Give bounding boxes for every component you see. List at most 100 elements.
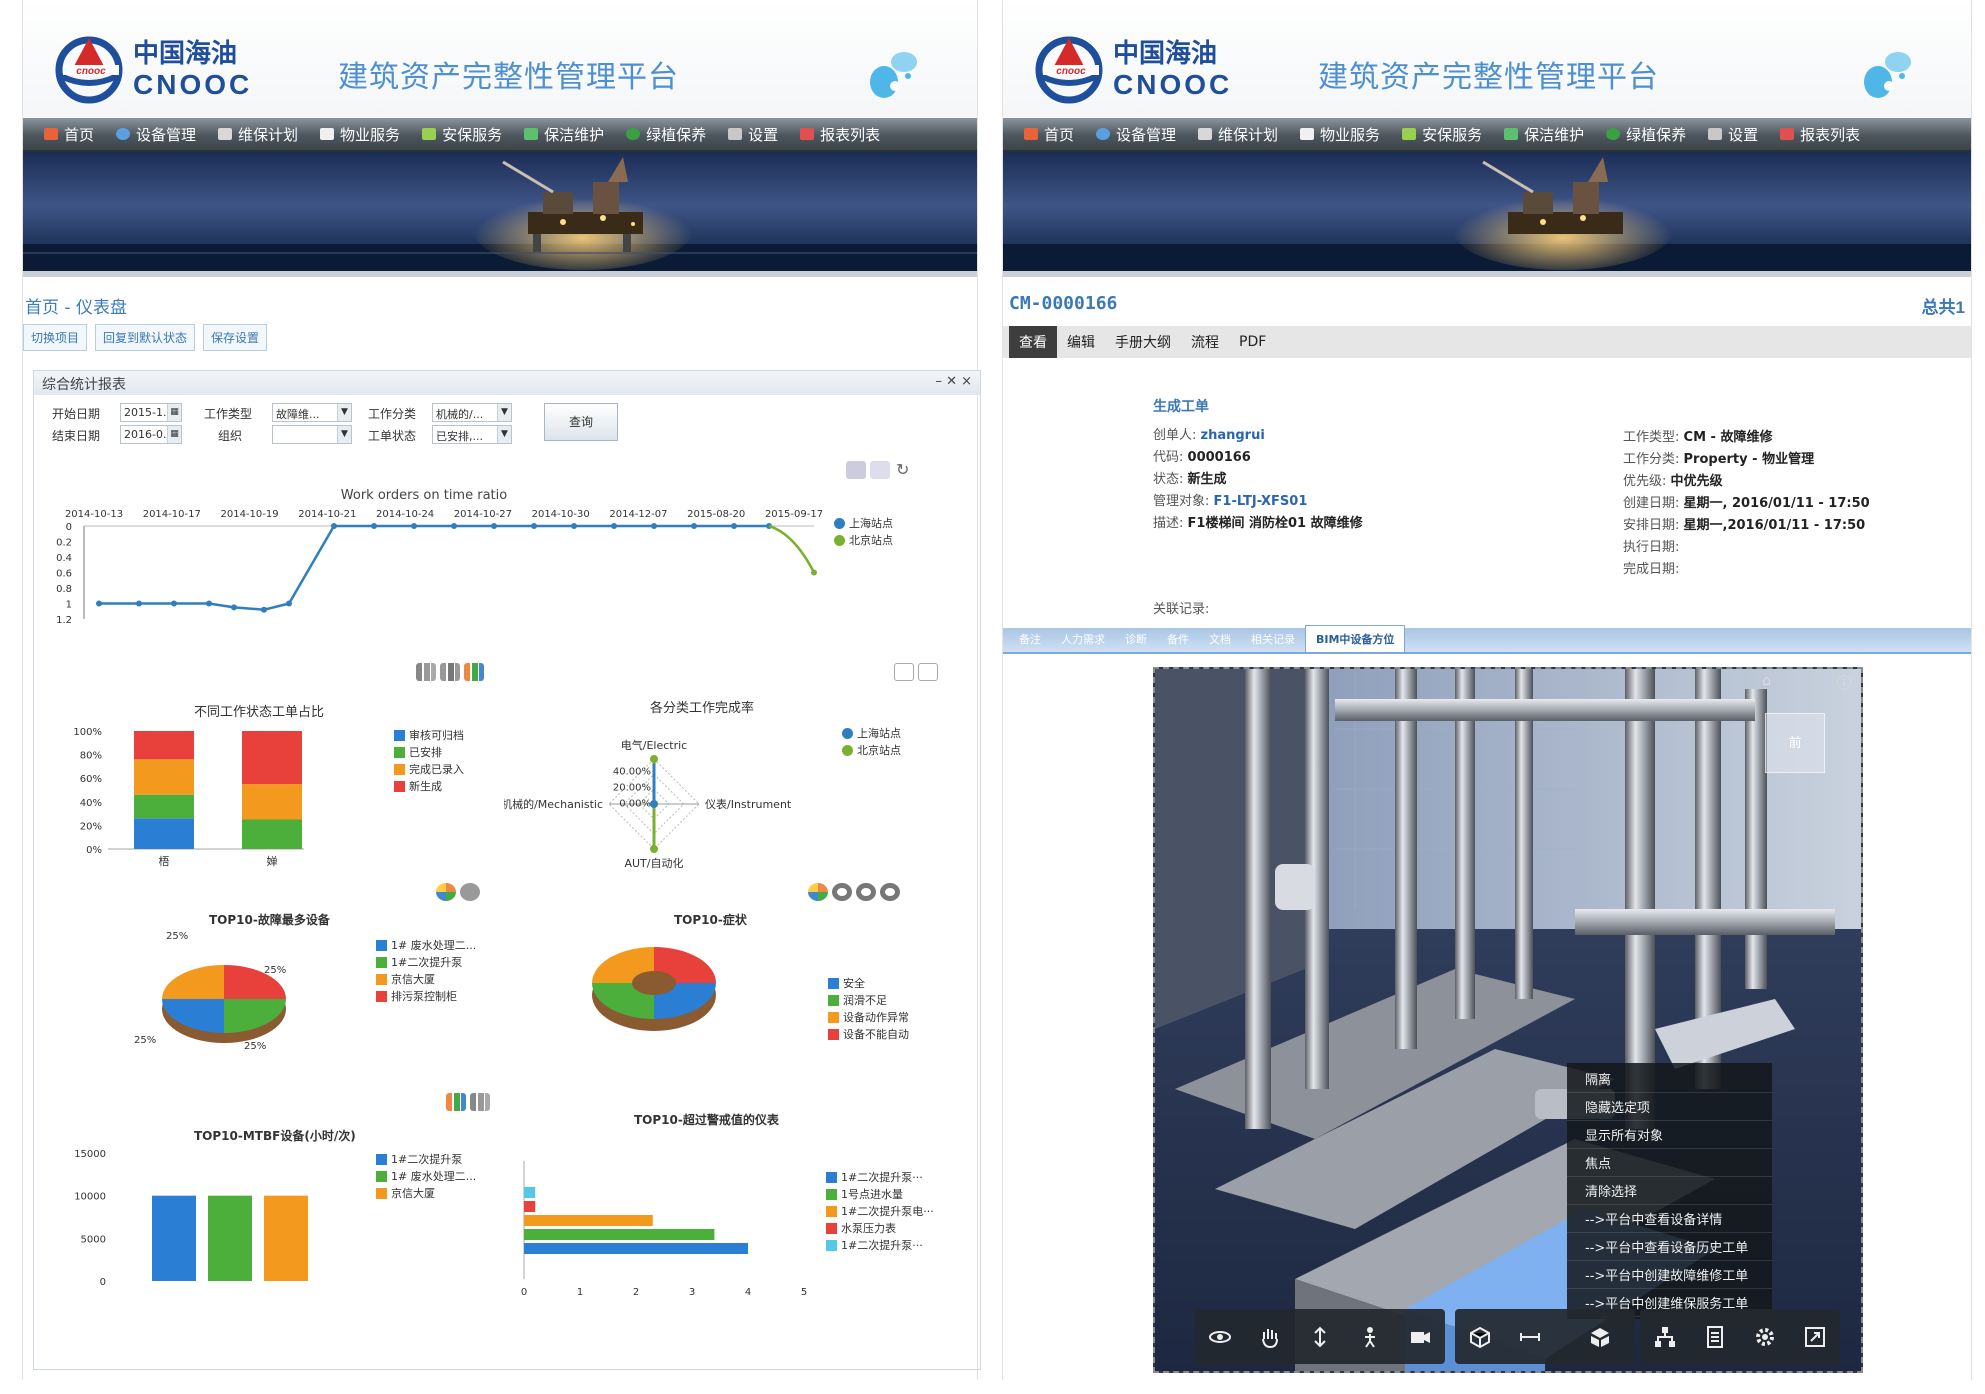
- menu-focus[interactable]: 焦点: [1567, 1149, 1772, 1177]
- nav-home[interactable]: 首页: [1013, 117, 1085, 151]
- tab-pdf[interactable]: PDF: [1229, 328, 1276, 356]
- series-line-beijing: [768, 524, 816, 574]
- model-tree-icon[interactable]: [1640, 1317, 1690, 1357]
- camera-icon[interactable]: [1395, 1317, 1445, 1357]
- tab-labor[interactable]: 人力需求: [1051, 626, 1115, 652]
- zoom-icon[interactable]: [1295, 1317, 1345, 1357]
- nav-property[interactable]: 物业服务: [309, 117, 411, 151]
- work-category-select[interactable]: 机械的/... ▼: [432, 403, 512, 422]
- tab-view[interactable]: 查看: [1009, 326, 1057, 358]
- nav-reports[interactable]: 报表列表: [1769, 117, 1871, 151]
- explode-icon[interactable]: [1575, 1317, 1625, 1357]
- radar-chart-icon[interactable]: [894, 663, 914, 681]
- query-button[interactable]: 查询: [544, 403, 618, 441]
- nav-home[interactable]: 首页: [33, 117, 105, 151]
- breadcrumb: 首页 - 仪表盘: [25, 298, 127, 318]
- alarm-bar: [524, 1243, 748, 1254]
- orbit-icon[interactable]: [1195, 1317, 1245, 1357]
- plan-icon: [1198, 128, 1213, 140]
- home-view-icon[interactable]: ⌂: [1762, 673, 1771, 689]
- work-type-select[interactable]: 故障维... ▼: [272, 403, 352, 422]
- fullscreen-icon[interactable]: [1790, 1317, 1840, 1357]
- gear-icon[interactable]: [1740, 1317, 1790, 1357]
- tab-documents[interactable]: 文档: [1199, 626, 1241, 652]
- pan-icon[interactable]: [1245, 1317, 1295, 1357]
- nav-maintenance-plan[interactable]: 维保计划: [207, 117, 309, 151]
- main-nav: 首页 设备管理 维保计划 物业服务 安保服务 保洁维护 绿植保养 设置 报表列表: [1003, 118, 1971, 152]
- donut-chart-icon[interactable]: [880, 883, 900, 901]
- tab-notes[interactable]: 备注: [1009, 626, 1051, 652]
- data-point: [171, 600, 177, 607]
- radar-chart-icon[interactable]: [918, 663, 938, 681]
- end-date-input[interactable]: 2016-0... ▦: [120, 425, 182, 444]
- nav-security[interactable]: 安保服务: [411, 117, 513, 151]
- x-tick-label: 梧: [159, 854, 170, 868]
- nav-cleaning[interactable]: 保洁维护: [1493, 117, 1595, 151]
- tab-edit[interactable]: 编辑: [1057, 326, 1105, 358]
- reset-default-button[interactable]: 回复到默认状态: [95, 324, 196, 351]
- line-chart-icon[interactable]: [870, 461, 890, 479]
- nav-property[interactable]: 物业服务: [1289, 117, 1391, 151]
- nav-cleaning[interactable]: 保洁维护: [513, 117, 615, 151]
- bar-chart-icon[interactable]: [446, 1093, 466, 1111]
- nav-plant-care[interactable]: 绿植保养: [615, 117, 717, 151]
- nav-settings[interactable]: 设置: [1697, 117, 1769, 151]
- alarm-bar: [524, 1201, 536, 1212]
- svg-text:cnooc: cnooc: [76, 66, 106, 77]
- creator-link[interactable]: zhangrui: [1201, 428, 1265, 443]
- tab-workflow[interactable]: 流程: [1181, 326, 1229, 358]
- donut-chart-icon[interactable]: [856, 883, 876, 901]
- menu-hide-selected[interactable]: 隐藏选定项: [1567, 1093, 1772, 1121]
- pie-label: 25%: [166, 931, 188, 942]
- nav-maintenance-plan[interactable]: 维保计划: [1187, 117, 1289, 151]
- bar-chart-icon[interactable]: [464, 663, 484, 681]
- model-toolbar: [1455, 1309, 1575, 1364]
- bim-3d-viewer[interactable]: ⓘ ⌂ 前 隔离 隐藏选定项 显示所有对象 焦点 清除选择 -->平台中查看设备…: [1153, 667, 1863, 1373]
- pie-chart-icon[interactable]: [460, 883, 480, 901]
- tab-bim-location[interactable]: BIM中设备方位: [1305, 625, 1406, 652]
- nav-plant-care[interactable]: 绿植保养: [1595, 117, 1697, 151]
- tab-diagnosis[interactable]: 诊断: [1115, 626, 1157, 652]
- view-cube[interactable]: 前: [1765, 713, 1825, 773]
- pie-chart-icon[interactable]: [436, 883, 456, 901]
- properties-icon[interactable]: [1690, 1317, 1740, 1357]
- refresh-icon[interactable]: ↻: [896, 461, 916, 479]
- detail-subtabs: 备注 人力需求 诊断 备件 文档 相关记录 BIM中设备方位: [1003, 625, 1971, 654]
- measure-icon[interactable]: [1505, 1317, 1555, 1357]
- menu-view-equipment-details[interactable]: -->平台中查看设备详情: [1567, 1205, 1772, 1233]
- switch-project-button[interactable]: 切换项目: [23, 324, 88, 351]
- section-box-icon[interactable]: [1455, 1317, 1505, 1357]
- menu-clear-selection[interactable]: 清除选择: [1567, 1177, 1772, 1205]
- tab-related[interactable]: 相关记录: [1241, 626, 1305, 652]
- window-controls[interactable]: – ✕ ×: [935, 374, 972, 389]
- bar-chart-icon[interactable]: [470, 1093, 490, 1111]
- menu-view-equipment-history[interactable]: -->平台中查看设备历史工单: [1567, 1233, 1772, 1261]
- nav-equipment[interactable]: 设备管理: [1085, 117, 1187, 151]
- completion-radar-chart: 电气/Electric 仪表/Instrument AUT/自动化 机械的/Mecha…: [504, 738, 792, 870]
- radar-axis-label: AUT/自动化: [624, 856, 683, 870]
- menu-isolate[interactable]: 隔离: [1567, 1065, 1772, 1093]
- nav-equipment[interactable]: 设备管理: [105, 117, 207, 151]
- bar-chart-icon[interactable]: [440, 663, 460, 681]
- org-select[interactable]: ▼: [272, 425, 352, 444]
- nav-reports[interactable]: 报表列表: [789, 117, 891, 151]
- data-point: [611, 523, 617, 529]
- nav-settings[interactable]: 设置: [717, 117, 789, 151]
- info-icon[interactable]: ⓘ: [1837, 673, 1851, 693]
- donut-chart-icon[interactable]: [808, 883, 828, 901]
- walk-icon[interactable]: [1345, 1317, 1395, 1357]
- chart-type-icon[interactable]: [846, 461, 866, 479]
- work-status-select[interactable]: 已安排,... ▼: [432, 425, 512, 444]
- tab-parts[interactable]: 备件: [1157, 626, 1199, 652]
- bar-chart-icon[interactable]: [416, 663, 436, 681]
- x-tick-label: 2014-10-19: [220, 509, 278, 520]
- menu-show-all[interactable]: 显示所有对象: [1567, 1121, 1772, 1149]
- tab-manual[interactable]: 手册大纲: [1105, 326, 1181, 358]
- data-point: [491, 523, 497, 529]
- save-settings-button[interactable]: 保存设置: [203, 324, 268, 351]
- asset-link[interactable]: F1-LTJ-XFS01: [1214, 494, 1308, 509]
- nav-security[interactable]: 安保服务: [1391, 117, 1493, 151]
- menu-create-repair-order[interactable]: -->平台中创建故障维修工单: [1567, 1261, 1772, 1289]
- start-date-input[interactable]: 2015-1... ▦: [120, 403, 182, 422]
- donut-chart-icon[interactable]: [832, 883, 852, 901]
